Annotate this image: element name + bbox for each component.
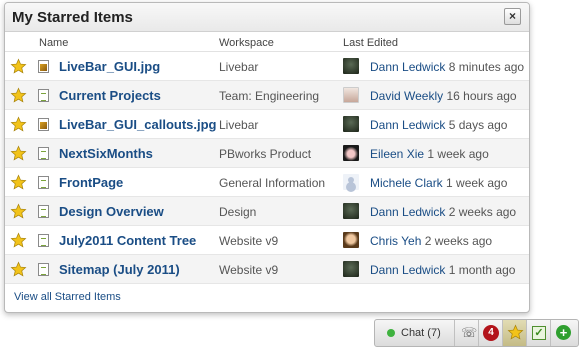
document-icon (38, 176, 49, 189)
item-workspace: Team: Engineering (219, 89, 320, 103)
star-icon (507, 324, 524, 340)
star-icon[interactable] (10, 203, 27, 220)
close-button[interactable]: × (504, 8, 521, 25)
item-name-link[interactable]: FrontPage (59, 175, 123, 190)
starred-item-row[interactable]: Design Overview Design Dann Ledwick 2 week… (5, 197, 529, 226)
document-icon (38, 234, 49, 247)
last-edited-info: Dann Ledwick 1 month ago (370, 263, 515, 277)
editor-name-link[interactable]: David Weekly (370, 89, 443, 103)
starred-item-row[interactable]: July2011 Content Tree Website v9 Chris Yeh… (5, 226, 529, 255)
checkbox-icon: ✓ (532, 326, 546, 340)
item-name-link[interactable]: LiveBar_GUI.jpg (59, 59, 160, 74)
avatar (343, 58, 359, 74)
last-edited-info: Eileen Xie 1 week ago (370, 147, 489, 161)
edited-time: 1 week ago (446, 176, 508, 190)
chat-button[interactable]: Chat (7) (375, 320, 455, 346)
notifications-button[interactable]: 4 (479, 320, 503, 346)
edited-time: 2 weeks ago (424, 234, 493, 248)
last-edited-info: Michele Clark 1 week ago (370, 176, 507, 190)
edited-time: 8 minutes ago (448, 60, 525, 74)
item-name-link[interactable]: NextSixMonths (59, 146, 153, 161)
avatar (343, 261, 359, 277)
starred-items-button[interactable] (503, 320, 527, 346)
item-workspace: Livebar (219, 60, 259, 74)
document-icon (38, 89, 49, 102)
starred-item-row[interactable]: FrontPage General Information Michele Clar… (5, 168, 529, 197)
avatar (343, 232, 359, 248)
item-workspace: General Information (219, 176, 326, 190)
add-button[interactable]: + (551, 320, 575, 346)
document-icon (38, 147, 49, 160)
starred-item-row[interactable]: LiveBar_GUI.jpg Livebar Dann Ledwick 8 min… (5, 52, 529, 81)
star-icon[interactable] (10, 145, 27, 162)
item-name-link[interactable]: Sitemap (July 2011) (59, 262, 180, 277)
edited-time: 2 weeks ago (448, 205, 517, 219)
last-edited-info: Dann Ledwick 2 weeks ago (370, 205, 516, 219)
image-file-icon (38, 118, 49, 131)
phone-button[interactable]: ☏ (455, 320, 479, 346)
edited-time: 1 week ago (427, 147, 489, 161)
tasks-button[interactable]: ✓ (527, 320, 551, 346)
avatar (343, 174, 359, 190)
editor-name-link[interactable]: Eileen Xie (370, 147, 424, 161)
document-icon (38, 205, 49, 218)
editor-name-link[interactable]: Dann Ledwick (370, 205, 445, 219)
item-workspace: Website v9 (219, 234, 279, 248)
livebar: Chat (7) ☏ 4 ✓ + (374, 319, 579, 347)
star-icon[interactable] (10, 174, 27, 191)
view-all-link[interactable]: View all Starred Items (14, 291, 121, 303)
column-header-name[interactable]: Name (39, 37, 68, 49)
edited-time: 5 days ago (448, 118, 508, 132)
editor-name-link[interactable]: Michele Clark (370, 176, 443, 190)
avatar (343, 116, 359, 132)
avatar (343, 87, 359, 103)
phone-icon: ☏ (461, 325, 478, 340)
editor-name-link[interactable]: Dann Ledwick (370, 118, 445, 132)
panel-header: My Starred Items × (5, 3, 529, 32)
editor-name-link[interactable]: Dann Ledwick (370, 263, 445, 277)
item-workspace: Design (219, 205, 257, 219)
chat-label: Chat (7) (401, 327, 441, 339)
star-icon[interactable] (10, 116, 27, 133)
item-name-link[interactable]: LiveBar_GUI_callouts.jpg (59, 117, 217, 132)
last-edited-info: David Weekly 16 hours ago (370, 89, 517, 103)
item-name-link[interactable]: July2011 Content Tree (59, 233, 196, 248)
panel-title: My Starred Items (12, 9, 133, 26)
editor-name-link[interactable]: Dann Ledwick (370, 60, 445, 74)
item-name-link[interactable]: Design Overview (59, 204, 164, 219)
last-edited-info: Chris Yeh 2 weeks ago (370, 234, 492, 248)
column-headers: Name Workspace Last Edited (5, 32, 529, 52)
editor-name-link[interactable]: Chris Yeh (370, 234, 421, 248)
star-icon[interactable] (10, 232, 27, 249)
star-icon[interactable] (10, 58, 27, 75)
online-status-icon (387, 329, 395, 337)
star-icon[interactable] (10, 261, 27, 278)
starred-item-row[interactable]: Sitemap (July 2011) Website v9 Dann Ledwic… (5, 255, 529, 284)
starred-item-row[interactable]: Current Projects Team: Engineering David W… (5, 81, 529, 110)
column-header-workspace[interactable]: Workspace (219, 37, 274, 49)
starred-items-list: LiveBar_GUI.jpg Livebar Dann Ledwick 8 min… (5, 52, 529, 284)
plus-icon: + (556, 325, 571, 340)
notification-count-badge: 4 (483, 325, 499, 341)
starred-items-panel: My Starred Items × Name Workspace Last E… (4, 2, 530, 313)
item-workspace: Website v9 (219, 263, 279, 277)
column-header-last-edited[interactable]: Last Edited (343, 37, 398, 49)
edited-time: 1 month ago (448, 263, 516, 277)
avatar (343, 203, 359, 219)
item-workspace: PBworks Product (219, 147, 312, 161)
edited-time: 16 hours ago (446, 89, 517, 103)
document-icon (38, 263, 49, 276)
item-name-link[interactable]: Current Projects (59, 88, 161, 103)
avatar (343, 145, 359, 161)
last-edited-info: Dann Ledwick 5 days ago (370, 118, 507, 132)
last-edited-info: Dann Ledwick 8 minutes ago (370, 60, 524, 74)
starred-item-row[interactable]: LiveBar_GUI_callouts.jpg Livebar Dann Ledw… (5, 110, 529, 139)
star-icon[interactable] (10, 87, 27, 104)
item-workspace: Livebar (219, 118, 259, 132)
starred-item-row[interactable]: NextSixMonths PBworks Product Eileen Xie 1… (5, 139, 529, 168)
image-file-icon (38, 60, 49, 73)
